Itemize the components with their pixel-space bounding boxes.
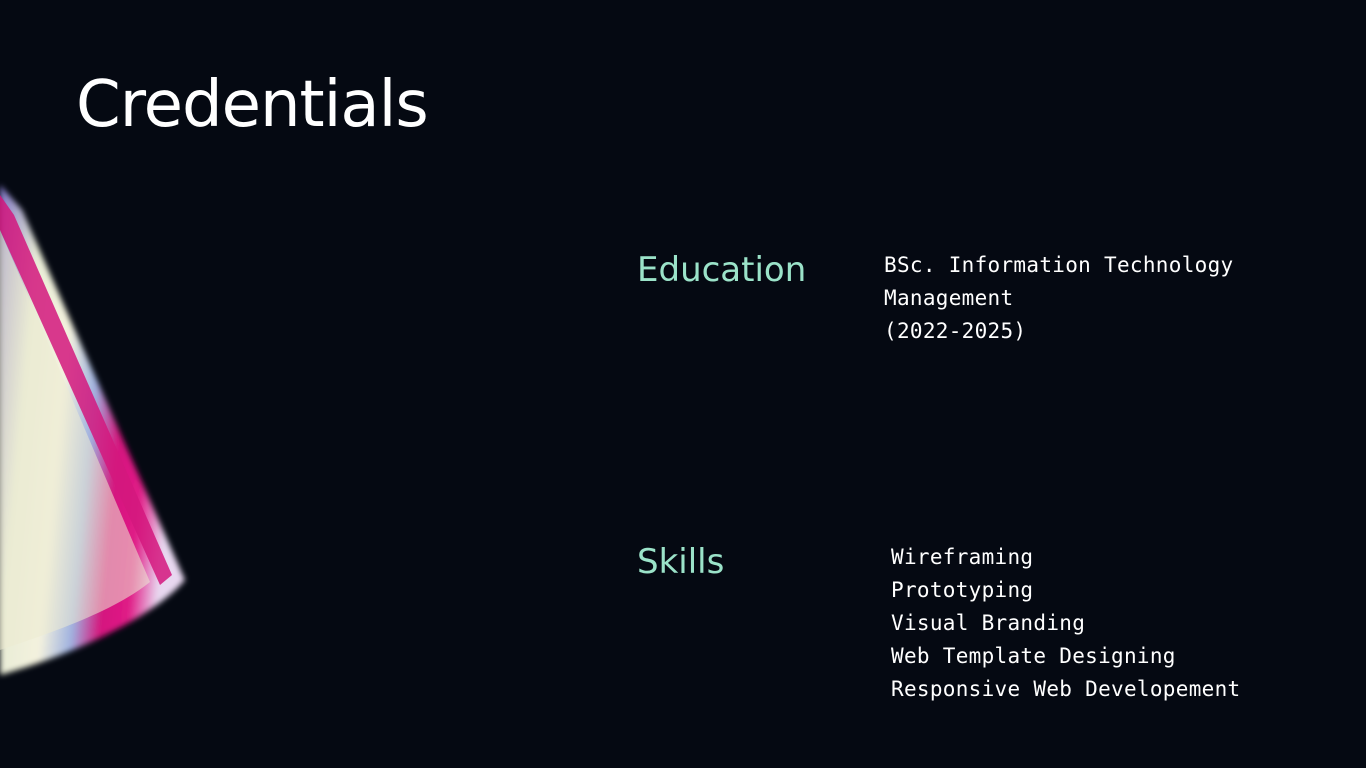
page-title: Credentials (76, 68, 429, 142)
skills-heading: Skills (637, 542, 725, 582)
education-details: BSc. Information Technology Management (… (884, 249, 1324, 348)
education-heading: Education (637, 250, 807, 290)
skill-item: Wireframing (891, 545, 1034, 569)
gradient-cone-shape (0, 185, 185, 675)
education-line: BSc. Information Technology (884, 253, 1234, 277)
slide: Credentials Education BSc. Information T… (0, 0, 1366, 768)
skill-item: Visual Branding (891, 611, 1086, 635)
skills-list: Wireframing Prototyping Visual Branding … (891, 541, 1331, 706)
skill-item: Responsive Web Developement (891, 677, 1241, 701)
skill-item: Web Template Designing (891, 644, 1176, 668)
skill-item: Prototyping (891, 578, 1034, 602)
education-line: Management (884, 286, 1014, 310)
education-line: (2022-2025) (884, 319, 1027, 343)
